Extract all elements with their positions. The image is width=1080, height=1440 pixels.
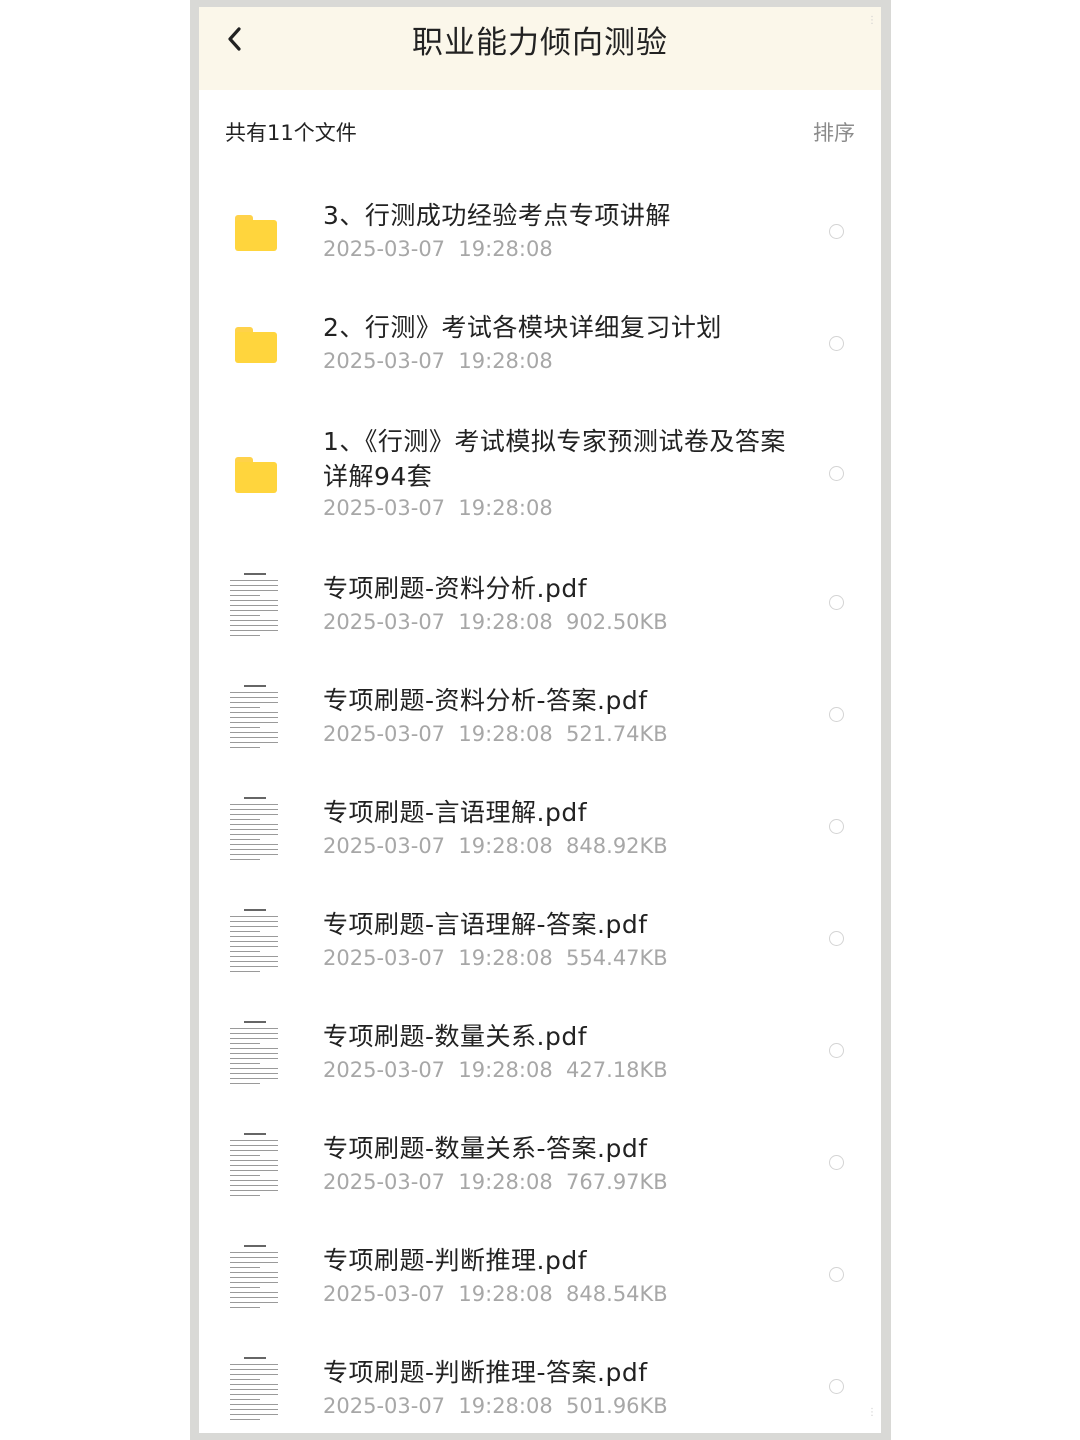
file-name: 专项刷题-资料分析.pdf — [323, 574, 588, 603]
file-row[interactable]: 专项刷题-言语理解.pdf 2025-03-07 19:28:08 848.92K… — [199, 779, 881, 891]
pdf-thumbnail — [226, 1241, 284, 1315]
select-radio[interactable] — [829, 1267, 844, 1282]
file-browser-screen: 职业能力倾向测验 ⋮ 共有11个文件 排序 3、行测成功经验考点专项讲解 2025… — [199, 7, 881, 1433]
file-meta: 2025-03-07 19:28:08 902.50KB — [323, 610, 668, 634]
file-name: 3、行测成功经验考点专项讲解 — [323, 201, 671, 230]
folder-icon — [235, 457, 277, 493]
file-meta: 2025-03-07 19:28:08 — [323, 237, 553, 261]
file-name: 专项刷题-言语理解.pdf — [323, 798, 588, 827]
select-radio[interactable] — [829, 224, 844, 239]
file-meta: 2025-03-07 19:28:08 848.54KB — [323, 1282, 668, 1306]
file-row[interactable]: 专项刷题-言语理解-答案.pdf 2025-03-07 19:28:08 554.… — [199, 891, 881, 1003]
sort-button[interactable]: 排序 — [813, 117, 855, 147]
folder-row[interactable]: 3、行测成功经验考点专项讲解 2025-03-07 19:28:08 — [199, 187, 881, 299]
file-row[interactable]: 专项刷题-资料分析.pdf 2025-03-07 19:28:08 902.50K… — [199, 555, 881, 667]
file-row[interactable]: 专项刷题-数量关系.pdf 2025-03-07 19:28:08 427.18K… — [199, 1003, 881, 1115]
pdf-thumbnail — [226, 1129, 284, 1203]
page-title: 职业能力倾向测验 — [412, 25, 668, 61]
file-name: 专项刷题-数量关系.pdf — [323, 1022, 588, 1051]
file-name: 专项刷题-判断推理.pdf — [323, 1246, 588, 1275]
folder-icon — [235, 215, 277, 251]
file-meta: 2025-03-07 19:28:08 — [323, 496, 553, 520]
file-name: 专项刷题-言语理解-答案.pdf — [323, 910, 648, 939]
select-radio[interactable] — [829, 336, 844, 351]
file-meta: 2025-03-07 19:28:08 848.92KB — [323, 834, 668, 858]
file-meta: 2025-03-07 19:28:08 521.74KB — [323, 722, 668, 746]
file-meta: 2025-03-07 19:28:08 554.47KB — [323, 946, 668, 970]
pdf-thumbnail — [226, 681, 284, 755]
pdf-thumbnail — [226, 793, 284, 867]
scroll-indicator-bottom: ⋮ — [867, 1407, 877, 1418]
pdf-thumbnail — [226, 569, 284, 643]
select-radio[interactable] — [829, 707, 844, 722]
select-radio[interactable] — [829, 1379, 844, 1394]
file-row[interactable]: 专项刷题-资料分析-答案.pdf 2025-03-07 19:28:08 521.… — [199, 667, 881, 779]
file-meta: 2025-03-07 19:28:08 427.18KB — [323, 1058, 668, 1082]
scroll-indicator: ⋮ — [867, 15, 877, 26]
pdf-thumbnail — [226, 1017, 284, 1091]
file-meta: 2025-03-07 19:28:08 767.97KB — [323, 1170, 668, 1194]
file-name: 专项刷题-资料分析-答案.pdf — [323, 686, 648, 715]
file-name: 2、行测》考试各模块详细复习计划 — [323, 313, 722, 342]
folder-row[interactable]: 2、行测》考试各模块详细复习计划 2025-03-07 19:28:08 — [199, 299, 881, 411]
file-name: 专项刷题-数量关系-答案.pdf — [323, 1134, 648, 1163]
file-row[interactable]: 专项刷题-数量关系-答案.pdf 2025-03-07 19:28:08 767.… — [199, 1115, 881, 1227]
file-meta: 2025-03-07 19:28:08 501.96KB — [323, 1394, 668, 1418]
folder-row[interactable]: 1、《行测》考试模拟专家预测试卷及答案详解94套 2025-03-07 19:28… — [199, 411, 881, 553]
select-radio[interactable] — [829, 466, 844, 481]
file-row[interactable]: 专项刷题-判断推理.pdf 2025-03-07 19:28:08 848.54K… — [199, 1227, 881, 1339]
folder-icon — [235, 327, 277, 363]
file-name: 专项刷题-判断推理-答案.pdf — [323, 1358, 648, 1387]
top-bar: 职业能力倾向测验 ⋮ — [199, 7, 881, 90]
file-row[interactable]: 专项刷题-判断推理-答案.pdf 2025-03-07 19:28:08 501.… — [199, 1339, 881, 1433]
file-meta: 2025-03-07 19:28:08 — [323, 349, 553, 373]
pdf-thumbnail — [226, 905, 284, 979]
select-radio[interactable] — [829, 819, 844, 834]
pdf-thumbnail — [226, 1353, 284, 1427]
select-radio[interactable] — [829, 1043, 844, 1058]
file-count: 共有11个文件 — [225, 121, 357, 145]
select-radio[interactable] — [829, 931, 844, 946]
select-radio[interactable] — [829, 595, 844, 610]
file-name: 1、《行测》考试模拟专家预测试卷及答案详解94套 — [323, 427, 786, 491]
select-radio[interactable] — [829, 1155, 844, 1170]
